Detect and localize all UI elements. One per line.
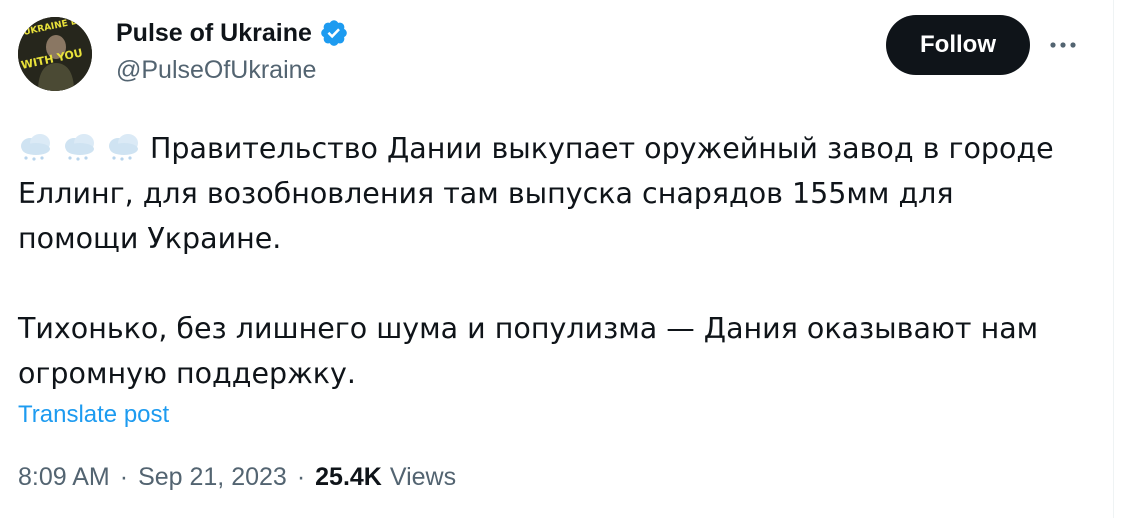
snow-cloud-icon — [65, 134, 94, 161]
avatar[interactable]: UKRAINE BEGINS WITH YOU — [18, 17, 92, 91]
post-date[interactable]: Sep 21, 2023 — [138, 463, 287, 492]
tweet-paragraph-2: Тихонько, без лишнего шума и популизма —… — [18, 312, 1039, 390]
tweet-meta: 8:09 AM · Sep 21, 2023 · 25.4K Views — [18, 463, 456, 492]
display-name-row: Pulse of Ukraine — [116, 16, 349, 50]
tweet-text: Правительство Дании выкупает оружейный з… — [18, 126, 1078, 396]
meta-separator: · — [119, 463, 129, 491]
author-info: Pulse of Ukraine @PulseOfUkraine — [116, 16, 349, 85]
author-handle[interactable]: @PulseOfUkraine — [116, 56, 349, 85]
avatar-image: UKRAINE BEGINS WITH YOU — [18, 17, 92, 91]
post-time[interactable]: 8:09 AM — [18, 463, 110, 492]
translate-post-link[interactable]: Translate post — [18, 401, 169, 429]
follow-button[interactable]: Follow — [886, 15, 1030, 75]
verified-badge-icon[interactable] — [319, 18, 349, 48]
emoji-group — [18, 132, 142, 162]
meta-separator: · — [296, 463, 306, 491]
snow-cloud-icon — [109, 134, 138, 161]
more-options-button[interactable] — [1046, 30, 1080, 60]
snow-cloud-icon — [21, 134, 50, 161]
display-name[interactable]: Pulse of Ukraine — [116, 19, 312, 48]
views-label: Views — [389, 463, 457, 491]
more-horizontal-icon — [1050, 42, 1076, 48]
tweet-paragraph-1: Правительство Дании выкупает оружейный з… — [18, 126, 1078, 261]
tweet-card: UKRAINE BEGINS WITH YOU Pulse of Ukraine… — [0, 0, 1114, 518]
tweet-paragraph-1-text: Правительство Дании выкупает оружейный з… — [18, 132, 1054, 255]
views-count: 25.4K — [315, 463, 382, 491]
